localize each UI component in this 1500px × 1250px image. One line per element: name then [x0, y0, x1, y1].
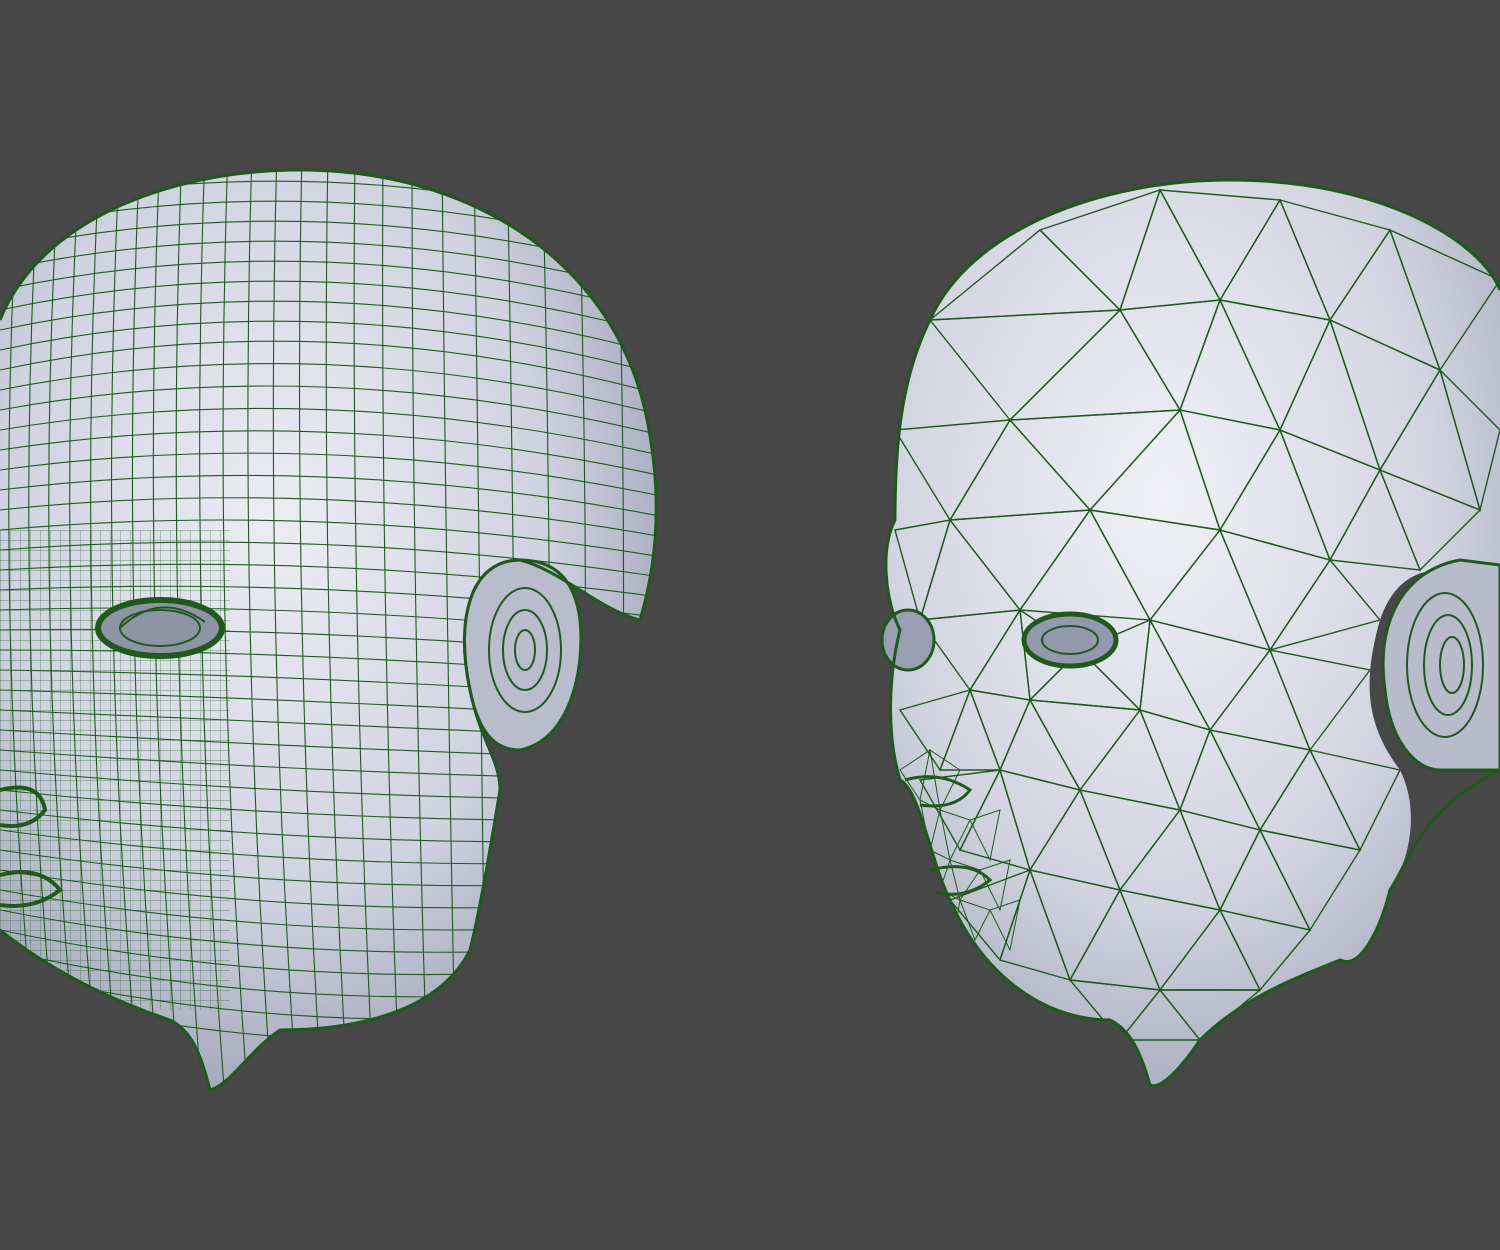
- left-head-eye: [95, 597, 225, 659]
- 3d-viewport[interactable]: [0, 0, 1500, 1250]
- right-head-ear: [1381, 558, 1500, 772]
- quad-mesh-head-model[interactable]: [0, 150, 680, 1100]
- right-head-eye-near: [880, 608, 936, 672]
- right-head-eye-far: [1021, 611, 1119, 669]
- triangle-mesh-head-model[interactable]: [860, 170, 1500, 1100]
- left-head-ear: [463, 558, 583, 752]
